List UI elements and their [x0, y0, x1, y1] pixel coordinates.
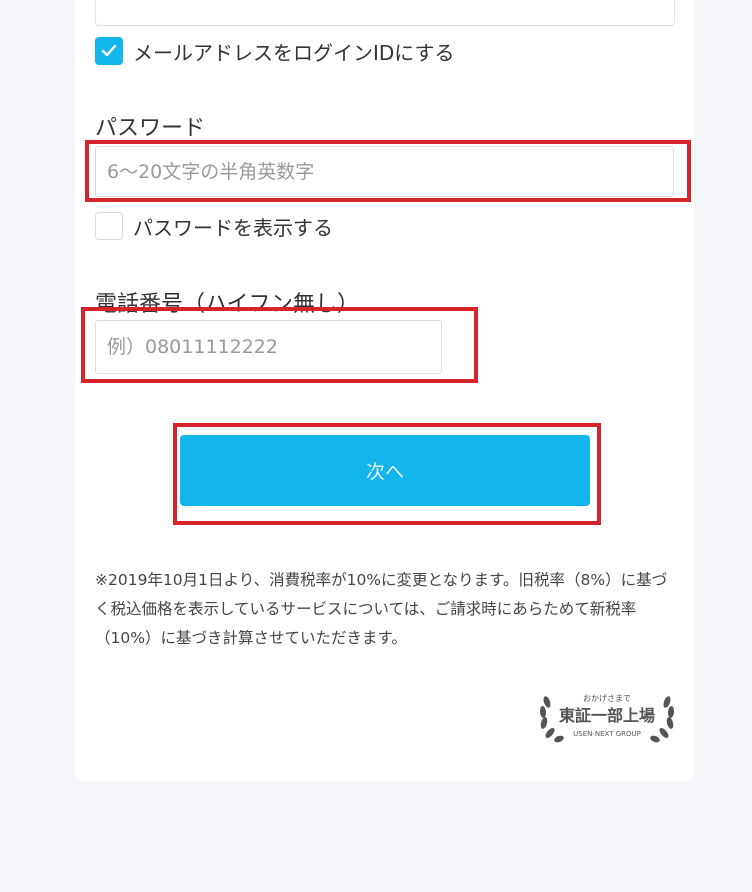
- phone-input[interactable]: [95, 320, 442, 374]
- login-id-checkbox[interactable]: [95, 37, 123, 65]
- email-field[interactable]: [95, 0, 675, 26]
- badge-main-text: 東証一部上場: [559, 706, 655, 725]
- password-label: パスワード: [95, 116, 206, 141]
- badge-bottom-text: USEN-NEXT GROUP: [573, 730, 641, 738]
- show-password-checkbox[interactable]: [95, 212, 123, 240]
- badge-top-text: おかげさまで: [583, 694, 631, 703]
- tax-notice: ※2019年10月1日より、消費税率が10%に変更となります。旧税率（8%）に基…: [95, 571, 668, 647]
- tse-listing-badge: おかげさまで 東証一部上場 USEN-NEXT GROUP: [539, 694, 675, 743]
- next-button[interactable]: 次へ: [180, 435, 590, 506]
- password-input[interactable]: [95, 146, 674, 197]
- login-id-checkbox-label: メールアドレスをログインIDにする: [133, 41, 455, 65]
- phone-label: 電話番号（ハイフン無し）: [95, 292, 360, 317]
- check-icon: [101, 44, 117, 57]
- show-password-checkbox-label: パスワードを表示する: [133, 216, 333, 240]
